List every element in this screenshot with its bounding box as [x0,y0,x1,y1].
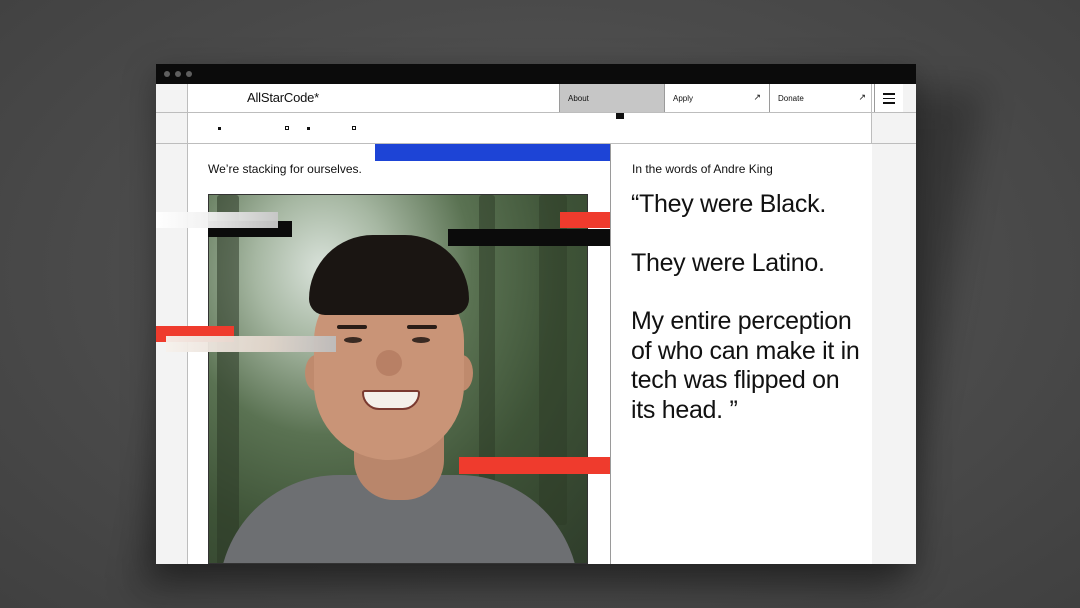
arrow-up-right-icon: ↗ [753,92,761,102]
square-marker-icon [616,113,624,119]
web-page: AllStarCode* About Apply ↗ Donate ↗ We’r… [156,84,916,564]
square-marker-icon [218,127,221,130]
accent-bar-black [448,229,610,246]
glitch-bar [166,336,336,352]
quote-author: In the words of Andre King [632,162,773,176]
hamburger-menu-button[interactable] [874,84,903,112]
quote-text: “They were Black. They were Latino. My e… [631,190,866,454]
quote-column: In the words of Andre King “They were Bl… [610,144,872,564]
portrait-photo [208,194,588,564]
nav-donate-label: Donate [778,94,804,103]
nav-about-label: About [568,94,589,103]
accent-bar-blue [375,144,610,161]
accent-bar-red [459,457,610,474]
square-marker-icon [307,127,310,130]
site-header: AllStarCode* About Apply ↗ Donate ↗ [188,84,903,112]
browser-window: AllStarCode* About Apply ↗ Donate ↗ We’r… [156,64,916,564]
glitch-bar [156,212,278,228]
window-titlebar [156,64,916,84]
nav-apply-label: Apply [673,94,694,103]
arrow-up-right-icon: ↗ [858,92,866,102]
quote-paragraph: My entire perception of who can make it … [631,307,860,424]
window-dot-icon [186,71,192,77]
square-outline-icon [352,126,356,130]
nav-about-button[interactable]: About [559,84,664,112]
decorative-strip [188,113,871,143]
square-outline-icon [285,126,289,130]
window-dot-icon [175,71,181,77]
nav-apply-button[interactable]: Apply ↗ [664,84,769,112]
accent-bar-red [560,212,610,228]
tagline: We’re stacking for ourselves. [208,162,362,176]
window-dot-icon [164,71,170,77]
site-logo[interactable]: AllStarCode* [247,90,319,105]
divider [156,112,916,113]
quote-paragraph: They were Latino. [631,248,825,277]
left-column: We’re stacking for ourselves. [188,144,610,564]
nav-donate-button[interactable]: Donate ↗ [769,84,874,112]
quote-paragraph: “They were Black. [631,190,826,218]
